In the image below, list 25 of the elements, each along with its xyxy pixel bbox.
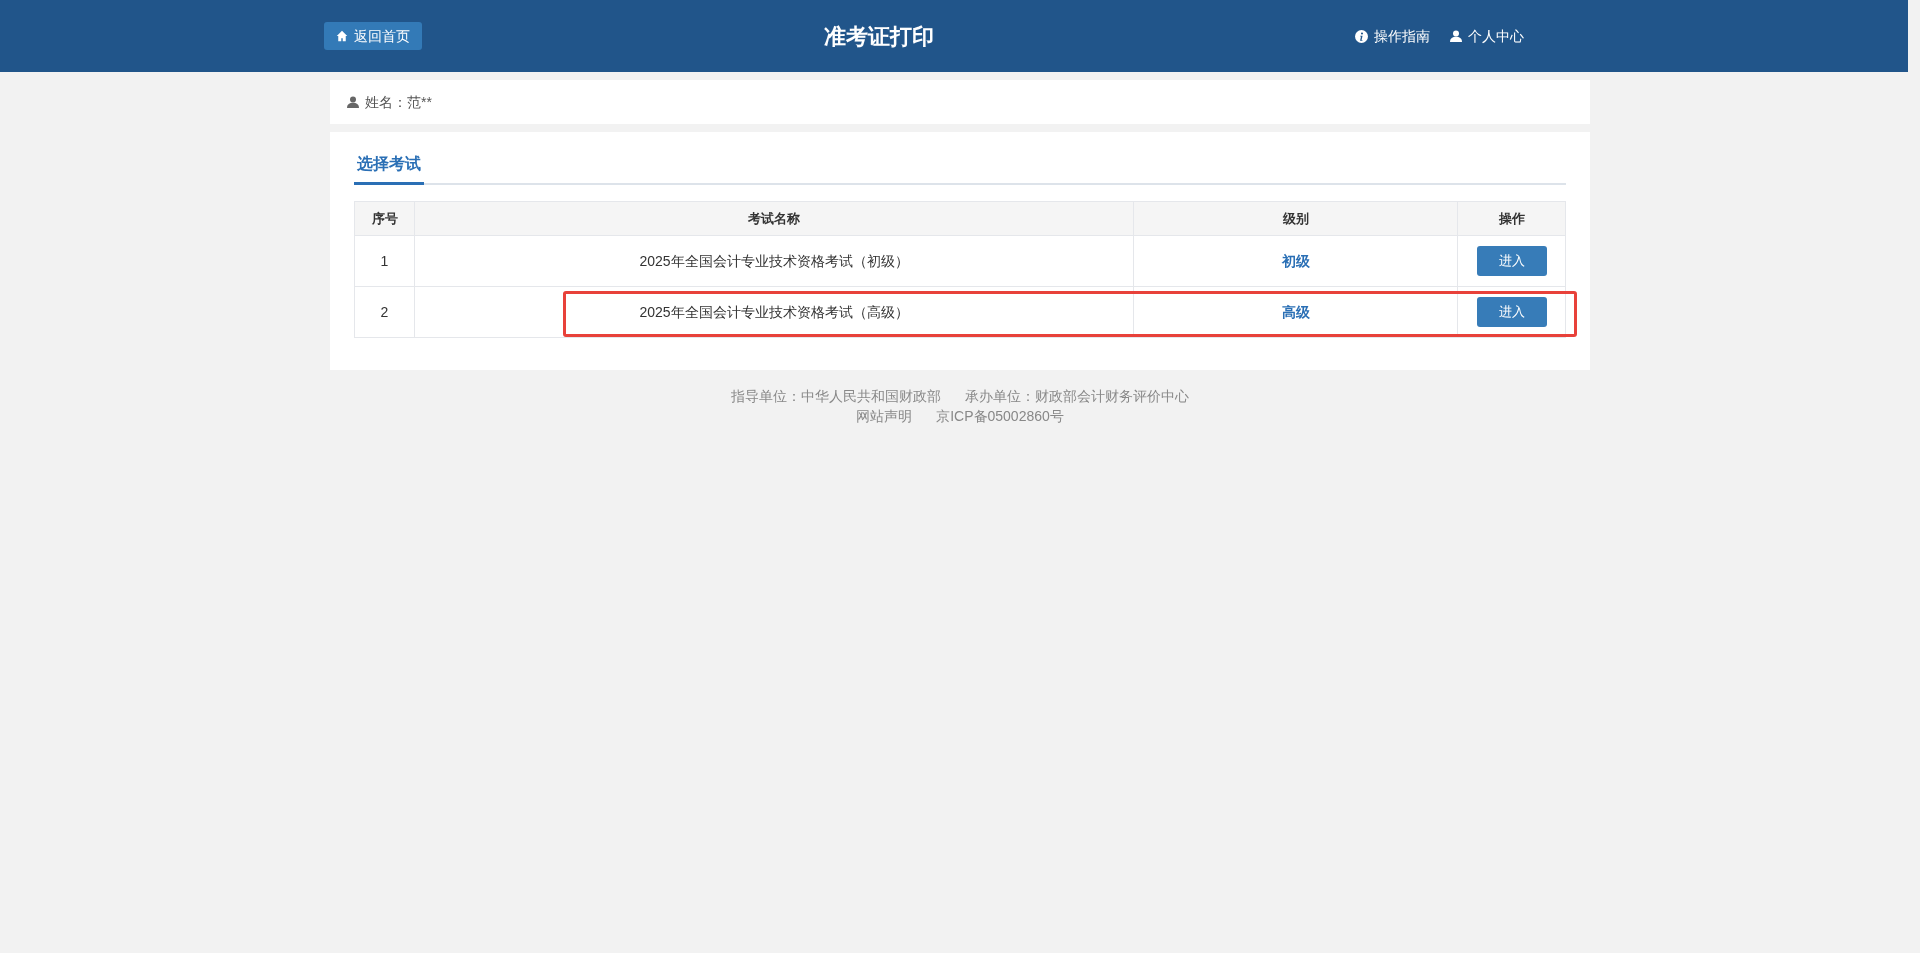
user-icon <box>1450 30 1462 42</box>
table-cell: 高级 <box>1133 286 1458 338</box>
home-button[interactable]: 返回首页 <box>324 22 422 50</box>
enter-button[interactable]: 进入 <box>1476 246 1547 276</box>
column-header: 序号 <box>354 201 415 236</box>
footer-link[interactable]: 网站声明 <box>856 406 913 426</box>
column-header: 级别 <box>1133 201 1458 236</box>
home-icon <box>336 30 348 42</box>
footer-text: 指导单位：中华人民共和国财政部 <box>731 387 941 406</box>
table-cell: 1 <box>354 235 415 287</box>
tab[interactable]: 选择考试 <box>354 152 424 185</box>
column-header: 操作 <box>1457 201 1566 236</box>
info-icon <box>1355 29 1368 43</box>
header-link[interactable]: 操作指南 <box>1355 25 1430 47</box>
footer-link[interactable]: 京ICP备05002860号 <box>936 406 1064 426</box>
enter-button[interactable]: 进入 <box>1476 297 1547 327</box>
user-icon <box>347 96 359 108</box>
user-name: 姓名：范** <box>365 92 432 112</box>
column-header: 考试名称 <box>414 201 1134 236</box>
page-title: 准考证打印 <box>824 22 934 51</box>
footer-text: 承办单位：财政部会计财务评价中心 <box>965 387 1189 406</box>
table-cell: 2025年全国会计专业技术资格考试（初级） <box>414 235 1134 287</box>
table-cell: 2 <box>354 286 415 338</box>
table-cell: 初级 <box>1133 235 1458 287</box>
header-link[interactable]: 个人中心 <box>1450 25 1524 47</box>
